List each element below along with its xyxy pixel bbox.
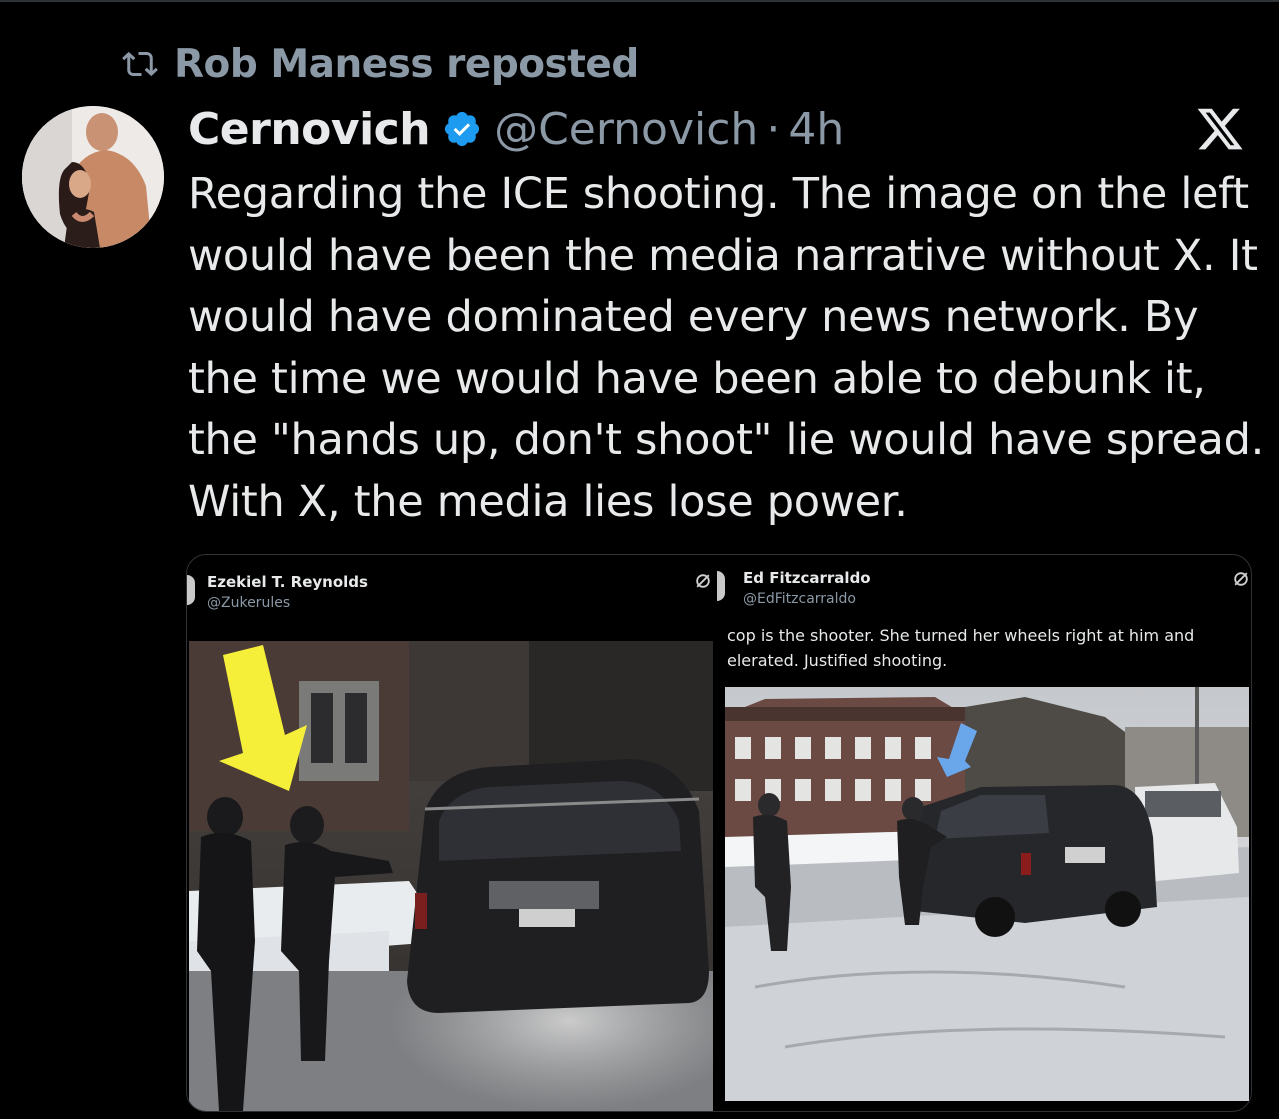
author-handle[interactable]: @Cernovich (494, 104, 758, 155)
separator-dot: · (766, 103, 781, 155)
x-logo-icon (1197, 108, 1243, 150)
left-photo (189, 641, 713, 1111)
embedded-author-handle: @EdFitzcarraldo (743, 591, 856, 607)
tweet-line: the time we would have been able to debu… (188, 353, 1206, 404)
embedded-screenshot-left[interactable]: Ezekiel T. Reynolds @Zukerules (187, 555, 715, 1111)
repost-label: Rob Maness reposted (174, 41, 639, 87)
embedded-text-line: cop is the shooter. She turned her wheel… (727, 626, 1195, 645)
embedded-screenshot-right[interactable]: Ed Fitzcarraldo @EdFitzcarraldo cop is t… (717, 555, 1251, 1111)
tweet-line: the "hands up, don't shoot" lie would ha… (188, 415, 1264, 465)
tweet-line: With X, the media lies lose power. (188, 476, 908, 527)
repost-indicator[interactable]: Rob Maness reposted (120, 40, 639, 88)
tweet-line: would have dominated every news network.… (188, 292, 1199, 342)
embedded-author-name: Ed Fitzcarraldo (743, 569, 871, 587)
right-photo (725, 687, 1249, 1101)
verified-badge-icon (444, 111, 480, 147)
tweet-line: would have been the media narrative with… (188, 230, 1258, 281)
author-avatar[interactable] (22, 106, 164, 248)
top-divider (0, 0, 1279, 2)
tweet-line: Regarding the ICE shooting. The image on… (188, 169, 1249, 219)
tweet-text: Regarding the ICE shooting. The image on… (188, 164, 1268, 533)
grok-icon (696, 574, 710, 588)
grok-icon (1234, 572, 1248, 586)
tweet-header: Cernovich @Cernovich · 4h (188, 100, 844, 158)
embedded-author-name: Ezekiel T. Reynolds (207, 573, 368, 591)
tweet-media[interactable]: Ezekiel T. Reynolds @Zukerules Ed Fitzca… (186, 554, 1252, 1112)
mini-avatar (717, 571, 725, 601)
embedded-author-handle: @Zukerules (207, 595, 291, 611)
mini-avatar (187, 575, 195, 605)
embedded-text-line: elerated. Justified shooting. (727, 651, 948, 670)
timestamp[interactable]: 4h (788, 104, 844, 155)
repost-icon (122, 51, 158, 77)
author-display-name[interactable]: Cernovich (188, 104, 431, 155)
